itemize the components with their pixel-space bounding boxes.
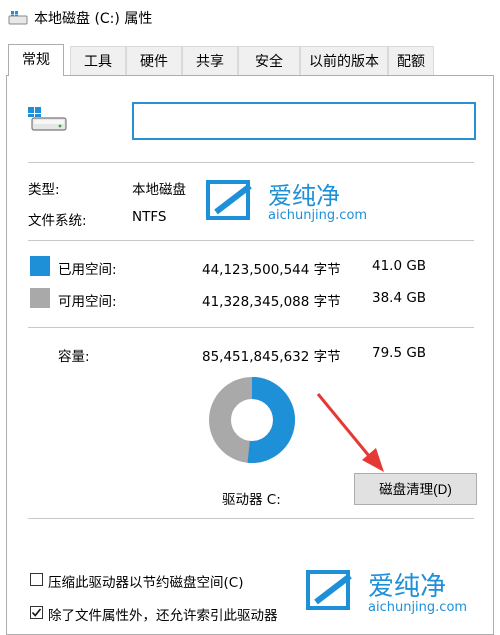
watermark-logo-icon: [206, 180, 252, 220]
divider: [28, 327, 474, 328]
index-checkbox[interactable]: [30, 606, 43, 619]
watermark-logo-icon: [306, 570, 352, 610]
disk-usage-donut: [209, 377, 295, 463]
index-option-label: 除了文件属性外，还允许索引此驱动器: [48, 608, 278, 624]
divider: [28, 162, 474, 163]
watermark-site: aichunjing.com: [368, 600, 468, 615]
disk-cleanup-button[interactable]: 磁盘清理(D): [354, 473, 477, 505]
used-space-gb: 41.0 GB: [372, 258, 427, 274]
watermark-site: aichunjing.com: [268, 208, 368, 223]
drive-letter-label: 驱动器 C:: [222, 492, 281, 508]
volume-name-input[interactable]: [132, 102, 476, 140]
window-title: 本地磁盘 (C:) 属性: [34, 11, 153, 27]
watermark-brand: 爱纯净: [368, 572, 447, 602]
title-bar: 本地磁盘 (C:) 属性: [0, 0, 500, 36]
free-color-swatch: [30, 288, 50, 308]
tab-quota[interactable]: 配额: [388, 46, 434, 76]
tab-previous-versions[interactable]: 以前的版本: [300, 46, 388, 76]
tab-general[interactable]: 常规: [8, 44, 64, 76]
divider: [28, 518, 474, 519]
free-space-bytes: 41,328,345,088 字节: [202, 294, 341, 310]
type-value: 本地磁盘: [132, 182, 186, 198]
watermark-brand: 爱纯净: [268, 182, 340, 210]
used-space-bytes: 44,123,500,544 字节: [202, 262, 341, 278]
filesystem-value: NTFS: [132, 209, 167, 225]
checkmark-icon: [31, 608, 42, 617]
tab-sharing[interactable]: 共享: [182, 46, 238, 76]
compress-checkbox[interactable]: [30, 573, 43, 586]
filesystem-label: 文件系统:: [28, 213, 87, 229]
tab-hardware[interactable]: 硬件: [126, 46, 182, 76]
used-space-label: 已用空间:: [58, 262, 117, 278]
used-color-swatch: [30, 256, 50, 276]
annotation-arrow-icon: [316, 393, 384, 472]
drive-large-icon: [26, 106, 68, 138]
drive-icon: [8, 10, 28, 30]
capacity-label: 容量:: [58, 349, 90, 365]
tab-security[interactable]: 安全: [238, 46, 300, 76]
compress-option-label: 压缩此驱动器以节约磁盘空间(C): [48, 575, 244, 591]
capacity-gb: 79.5 GB: [372, 345, 427, 361]
capacity-bytes: 85,451,845,632 字节: [202, 349, 341, 365]
free-space-label: 可用空间:: [58, 294, 117, 310]
divider: [28, 240, 474, 241]
free-space-gb: 38.4 GB: [372, 290, 427, 306]
type-label: 类型:: [28, 182, 60, 198]
tab-tools[interactable]: 工具: [70, 46, 126, 76]
